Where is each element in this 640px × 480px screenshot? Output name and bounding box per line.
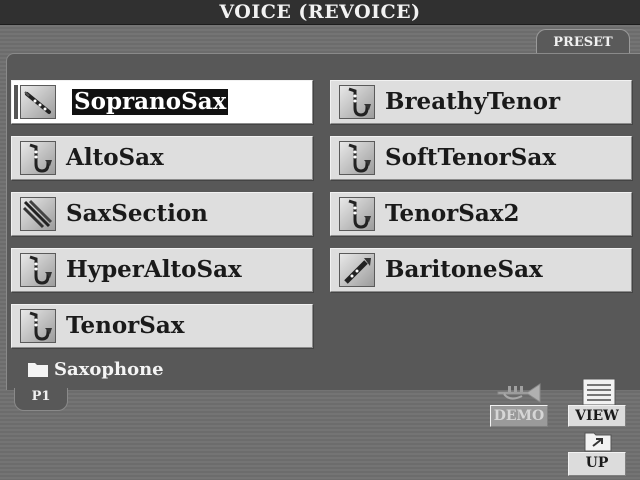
voice-list-panel: SopranoSax AltoSax SaxSection HyperAltoS… bbox=[6, 53, 640, 390]
saxophone-icon bbox=[20, 253, 56, 287]
voice-label: TenorSax bbox=[66, 312, 185, 339]
list-view-icon bbox=[582, 378, 616, 406]
saxophone-icon bbox=[20, 141, 56, 175]
voice-label: SoftTenorSax bbox=[385, 144, 556, 171]
saxophone-icon bbox=[339, 141, 375, 175]
up-button[interactable]: UP bbox=[568, 452, 626, 476]
voice-button-hyperaltosax[interactable]: HyperAltoSax bbox=[11, 248, 313, 292]
saxophone-icon bbox=[20, 309, 56, 343]
voice-button-tenorsax[interactable]: TenorSax bbox=[11, 304, 313, 348]
voice-button-saxsection[interactable]: SaxSection bbox=[11, 192, 313, 236]
voice-button-baritonesax[interactable]: BaritoneSax bbox=[330, 248, 632, 292]
voice-label: AltoSax bbox=[66, 144, 164, 171]
folder-icon bbox=[28, 363, 48, 377]
voice-label: BreathyTenor bbox=[385, 88, 561, 115]
demo-button[interactable]: DEMO bbox=[490, 405, 548, 427]
soprano-sax-icon bbox=[20, 85, 56, 119]
voice-button-tenorsax2[interactable]: TenorSax2 bbox=[330, 192, 632, 236]
voice-button-softtenorsax[interactable]: SoftTenorSax bbox=[330, 136, 632, 180]
folder-up-icon bbox=[584, 432, 612, 452]
window-title: VOICE (REVOICE) bbox=[219, 1, 421, 23]
voice-button-breathytenor[interactable]: BreathyTenor bbox=[330, 80, 632, 124]
tab-preset[interactable]: PRESET bbox=[536, 29, 630, 55]
voice-label: TenorSax2 bbox=[385, 200, 520, 227]
trumpet-icon bbox=[497, 383, 541, 403]
selection-bar bbox=[14, 85, 18, 119]
page-tab-p1[interactable]: P1 bbox=[14, 388, 68, 411]
title-bar: VOICE (REVOICE) bbox=[0, 0, 640, 25]
folder-name: Saxophone bbox=[54, 359, 164, 380]
saxophone-icon bbox=[339, 85, 375, 119]
sax-section-icon bbox=[20, 197, 56, 231]
voice-button-altosax[interactable]: AltoSax bbox=[11, 136, 313, 180]
view-button[interactable]: VIEW bbox=[568, 405, 626, 427]
voice-label: BaritoneSax bbox=[385, 256, 543, 283]
voice-label: SaxSection bbox=[66, 200, 208, 227]
baritone-sax-icon bbox=[339, 253, 375, 287]
voice-label: SopranoSax bbox=[72, 88, 229, 115]
voice-button-sopranosax[interactable]: SopranoSax bbox=[11, 80, 313, 124]
voice-label: HyperAltoSax bbox=[66, 256, 242, 283]
saxophone-icon bbox=[339, 197, 375, 231]
